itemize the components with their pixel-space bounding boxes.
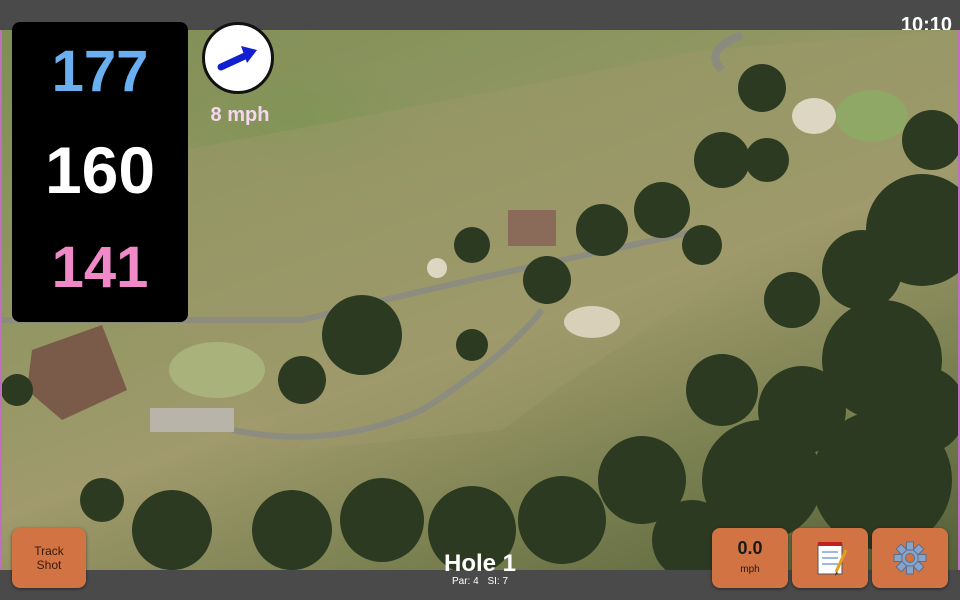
front-distance: 141: [51, 235, 149, 300]
track-shot-button[interactable]: Track Shot: [12, 528, 86, 588]
hole-par: Par: 4: [451, 576, 479, 587]
middle-distance: 160: [44, 133, 156, 207]
arrow-icon: [217, 46, 257, 71]
track-shot-label-line2: Shot: [36, 558, 62, 572]
track-shot-label-line1: Track: [34, 544, 64, 558]
back-distance: 177: [51, 39, 149, 104]
speed-button[interactable]: 0.0 mph: [712, 528, 788, 588]
wind-indicator[interactable]: [202, 22, 274, 94]
hole-title: Hole 1: [443, 550, 517, 577]
gear-icon: [893, 541, 927, 575]
speed-unit: mph: [740, 564, 760, 575]
wind-speed: 8 mph: [210, 104, 270, 126]
hole-info: Par: 4 SI: 7: [380, 576, 580, 587]
speed-value: 0.0: [737, 538, 763, 558]
distance-panel: 177 160 141: [12, 22, 188, 322]
settings-button[interactable]: [872, 528, 948, 588]
notes-button[interactable]: [792, 528, 868, 588]
hole-stroke-index: SI: 7: [487, 576, 509, 587]
track-shot-label: Track Shot: [12, 544, 86, 572]
notepad-icon: [817, 542, 848, 576]
